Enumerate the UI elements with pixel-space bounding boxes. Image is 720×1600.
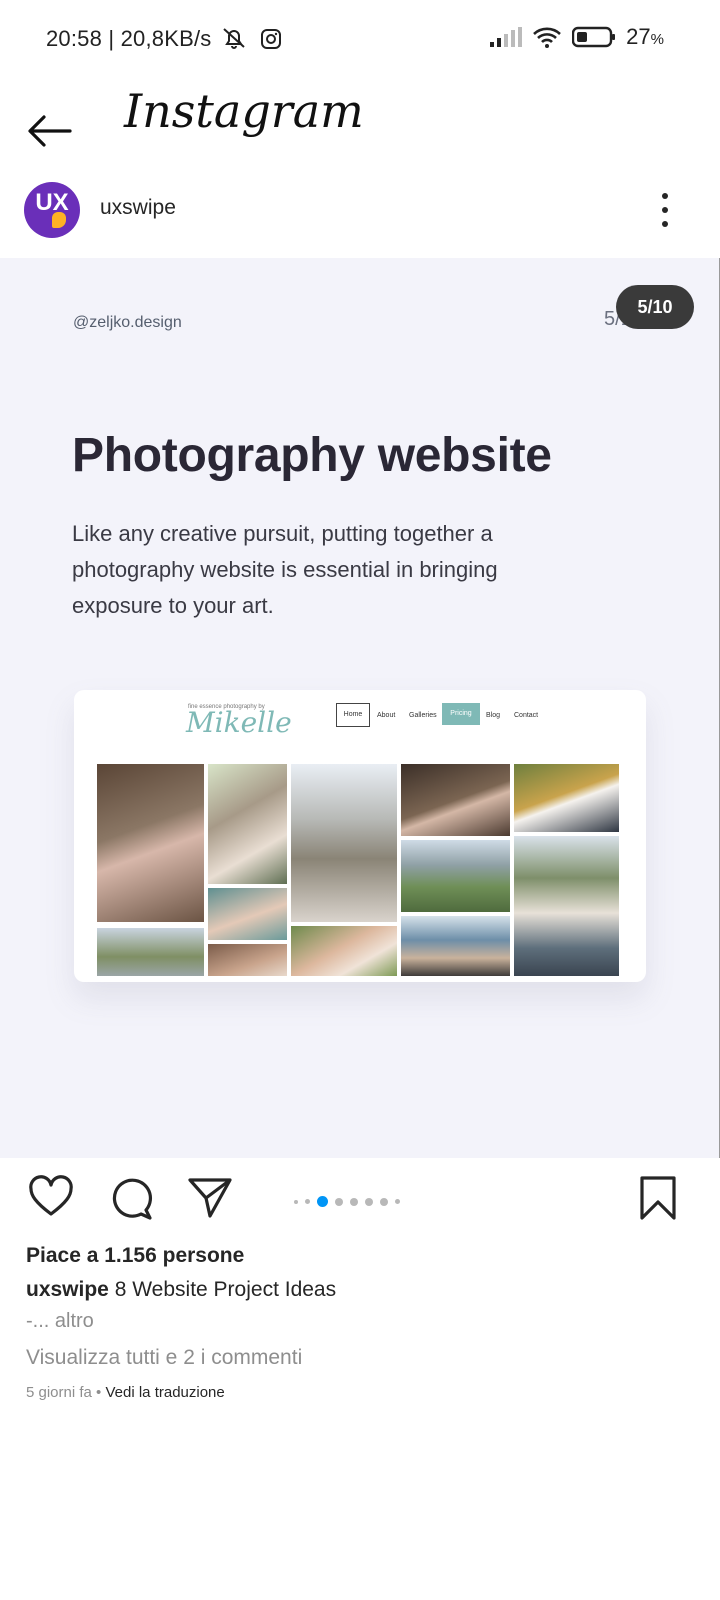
mockup-nav-pricing: Pricing xyxy=(442,703,480,725)
mockup-nav-contact: Contact xyxy=(514,712,539,719)
view-comments-link[interactable]: Visualizza tutti e 2 i commenti xyxy=(26,1346,302,1370)
slide-headline: Photography website xyxy=(72,429,552,482)
carousel-dots xyxy=(294,1196,400,1207)
post-meta: 5 giorni fa • Vedi la traduzione xyxy=(26,1384,225,1401)
photo-couple-walking xyxy=(291,764,397,922)
photo-newborn-teal xyxy=(208,888,287,940)
see-translation-link[interactable]: Vedi la traduzione xyxy=(105,1384,224,1401)
photo-family-water xyxy=(401,916,510,976)
arrow-left-icon[interactable] xyxy=(24,100,74,150)
instagram-icon xyxy=(261,29,282,49)
post-username[interactable]: uxswipe xyxy=(100,196,176,220)
avatar[interactable]: UX xyxy=(24,182,80,238)
caption: uxswipe 8 Website Project Ideas xyxy=(26,1278,336,1302)
website-mockup: fine essence photography by Mikelle Home… xyxy=(74,690,646,982)
hand-icon xyxy=(52,212,66,228)
carousel-dot xyxy=(380,1197,388,1206)
carousel-dot xyxy=(365,1197,373,1206)
mockup-brand: Mikelle xyxy=(186,706,292,739)
photo-family-couple xyxy=(208,764,287,884)
mute-bell-icon xyxy=(223,28,245,49)
mockup-nav-home: Home xyxy=(336,703,370,727)
mockup-nav-galleries: Galleries xyxy=(409,712,437,719)
photo-newborn-wrap xyxy=(97,764,204,922)
photo-wedding xyxy=(514,764,619,832)
heart-icon[interactable] xyxy=(27,1174,75,1222)
mockup-nav-about: About xyxy=(377,712,396,719)
photo-twins-basket xyxy=(401,764,510,836)
share-send-icon[interactable] xyxy=(186,1174,234,1222)
slide-description: Like any creative pursuit, putting toget… xyxy=(72,521,498,618)
slide-handle: @zeljko.design xyxy=(73,314,182,331)
caption-more-link[interactable]: -... altro xyxy=(26,1310,94,1333)
status-right: 27% xyxy=(490,24,664,50)
battery-percent: 27% xyxy=(626,24,664,49)
status-bar: 20:58 | 20,8KB/s 27% xyxy=(0,0,720,80)
photo-group-outdoor xyxy=(97,928,204,976)
photo-mother-child xyxy=(291,926,397,976)
battery-icon xyxy=(572,26,616,48)
post-actions xyxy=(0,1158,720,1230)
caption-username[interactable]: uxswipe xyxy=(26,1278,109,1301)
signal-icon xyxy=(490,27,523,47)
vertical-ellipsis-icon[interactable] xyxy=(657,190,673,230)
instagram-logo: Instagram xyxy=(124,84,364,138)
likes-count[interactable]: Piace a 1.156 persone xyxy=(26,1244,244,1268)
carousel-dot xyxy=(335,1197,343,1206)
bookmark-icon[interactable] xyxy=(634,1174,682,1222)
post-image[interactable]: @zeljko.design 5/10 5/10 Photography web… xyxy=(0,258,720,1158)
post-header: UX uxswipe xyxy=(0,172,720,259)
mockup-nav-blog: Blog xyxy=(486,712,501,719)
carousel-dot xyxy=(294,1199,298,1204)
caption-text: 8 Website Project Ideas xyxy=(114,1278,337,1301)
photo-family-mountain xyxy=(514,836,619,976)
carousel-counter: 5/10 xyxy=(616,285,694,329)
carousel-dot xyxy=(395,1199,400,1204)
status-time: 20:58 | 20,8KB/s xyxy=(46,26,282,52)
post-time-ago: 5 giorni fa xyxy=(26,1384,92,1401)
app-bar: Instagram xyxy=(0,80,720,160)
carousel-dot-active xyxy=(317,1196,328,1207)
photo-couple-lake xyxy=(401,840,510,912)
meta-separator: • xyxy=(96,1384,102,1401)
carousel-dot xyxy=(350,1197,358,1206)
wifi-icon xyxy=(533,27,562,48)
photo-child-hat xyxy=(208,944,287,976)
comment-icon[interactable] xyxy=(106,1174,154,1222)
carousel-dot xyxy=(305,1199,310,1204)
